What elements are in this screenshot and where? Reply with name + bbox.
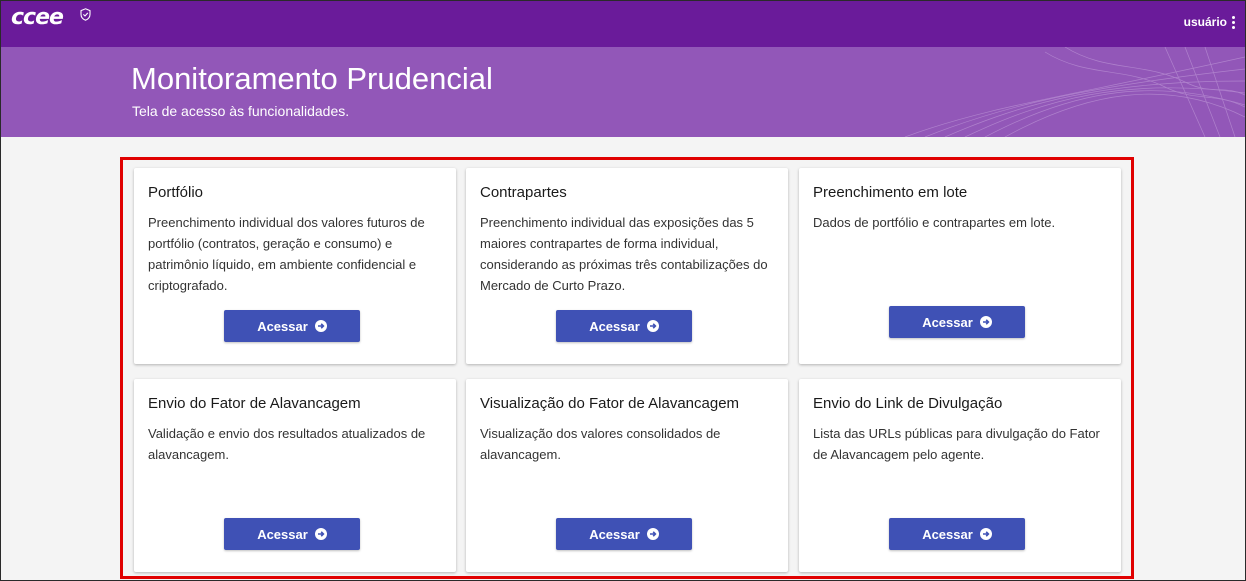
card-title: Contrapartes [480, 184, 567, 201]
page-title: Monitoramento Prudencial [131, 61, 493, 96]
card-title: Preenchimento em lote [813, 184, 968, 201]
button-label: Acessar [589, 526, 640, 542]
page-banner: Monitoramento Prudencial Tela de acesso … [1, 47, 1245, 137]
card-description: Lista das URLs públicas para divulgação … [813, 426, 1100, 462]
banner-decoration-graphic [904, 47, 1245, 137]
user-name: usuário [1183, 15, 1227, 29]
card-envio-link-divulgacao: Envio do Link de Divulgação Lista das UR… [799, 379, 1121, 572]
button-label: Acessar [257, 318, 308, 334]
card-description: Preenchimento individual dos valores fut… [148, 215, 425, 293]
acessar-envio-fator-button[interactable]: Acessar [224, 518, 360, 550]
card-title: Portfólio [148, 184, 204, 201]
arrow-circle-right-icon [314, 320, 327, 332]
button-label: Acessar [257, 526, 308, 542]
card-description: Validação e envio dos resultados atualiz… [148, 426, 426, 462]
acessar-visualizacao-fator-button[interactable]: Acessar [556, 518, 692, 550]
acessar-preenchimento-lote-button[interactable]: Acessar [889, 306, 1025, 338]
acessar-envio-link-button[interactable]: Acessar [889, 518, 1025, 550]
arrow-circle-right-icon [646, 320, 659, 332]
arrow-circle-right-icon [979, 316, 992, 328]
button-label: Acessar [922, 526, 973, 542]
arrow-circle-right-icon [646, 528, 659, 540]
card-description: Visualização dos valores consolidados de… [480, 426, 721, 462]
card-contrapartes: Contrapartes Preenchimento individual da… [466, 168, 788, 364]
acessar-contrapartes-button[interactable]: Acessar [556, 310, 692, 342]
card-title: Envio do Link de Divulgação [813, 395, 1003, 412]
card-preenchimento-lote: Preenchimento em lote Dados de portfólio… [799, 168, 1121, 364]
card-description: Dados de portfólio e contrapartes em lot… [813, 215, 1056, 230]
top-bar: ccee usuário [1, 1, 1245, 47]
card-envio-fator-alavancagem: Envio do Fator de Alavancagem Validação … [134, 379, 456, 572]
button-label: Acessar [922, 314, 973, 330]
acessar-portfolio-button[interactable]: Acessar [224, 310, 360, 342]
card-title: Visualização do Fator de Alavancagem [480, 395, 740, 412]
more-vert-icon[interactable] [1232, 15, 1235, 29]
app-window: ccee usuário Monitoramento Prudencial Te… [0, 0, 1246, 581]
card-portfolio: Portfólio Preenchimento individual dos v… [134, 168, 456, 364]
card-visualizacao-fator-alavancagem: Visualização do Fator de Alavancagem Vis… [466, 379, 788, 572]
page-subtitle: Tela de acesso às funcionalidades. [132, 103, 350, 119]
arrow-circle-right-icon [314, 528, 327, 540]
button-label: Acessar [589, 318, 640, 334]
user-menu[interactable]: usuário [1184, 15, 1235, 29]
shield-check-icon [80, 8, 91, 21]
arrow-circle-right-icon [979, 528, 992, 540]
card-title: Envio do Fator de Alavancagem [148, 395, 361, 412]
ccee-logo[interactable]: ccee [11, 5, 64, 30]
card-description: Preenchimento individual das exposições … [480, 215, 768, 293]
